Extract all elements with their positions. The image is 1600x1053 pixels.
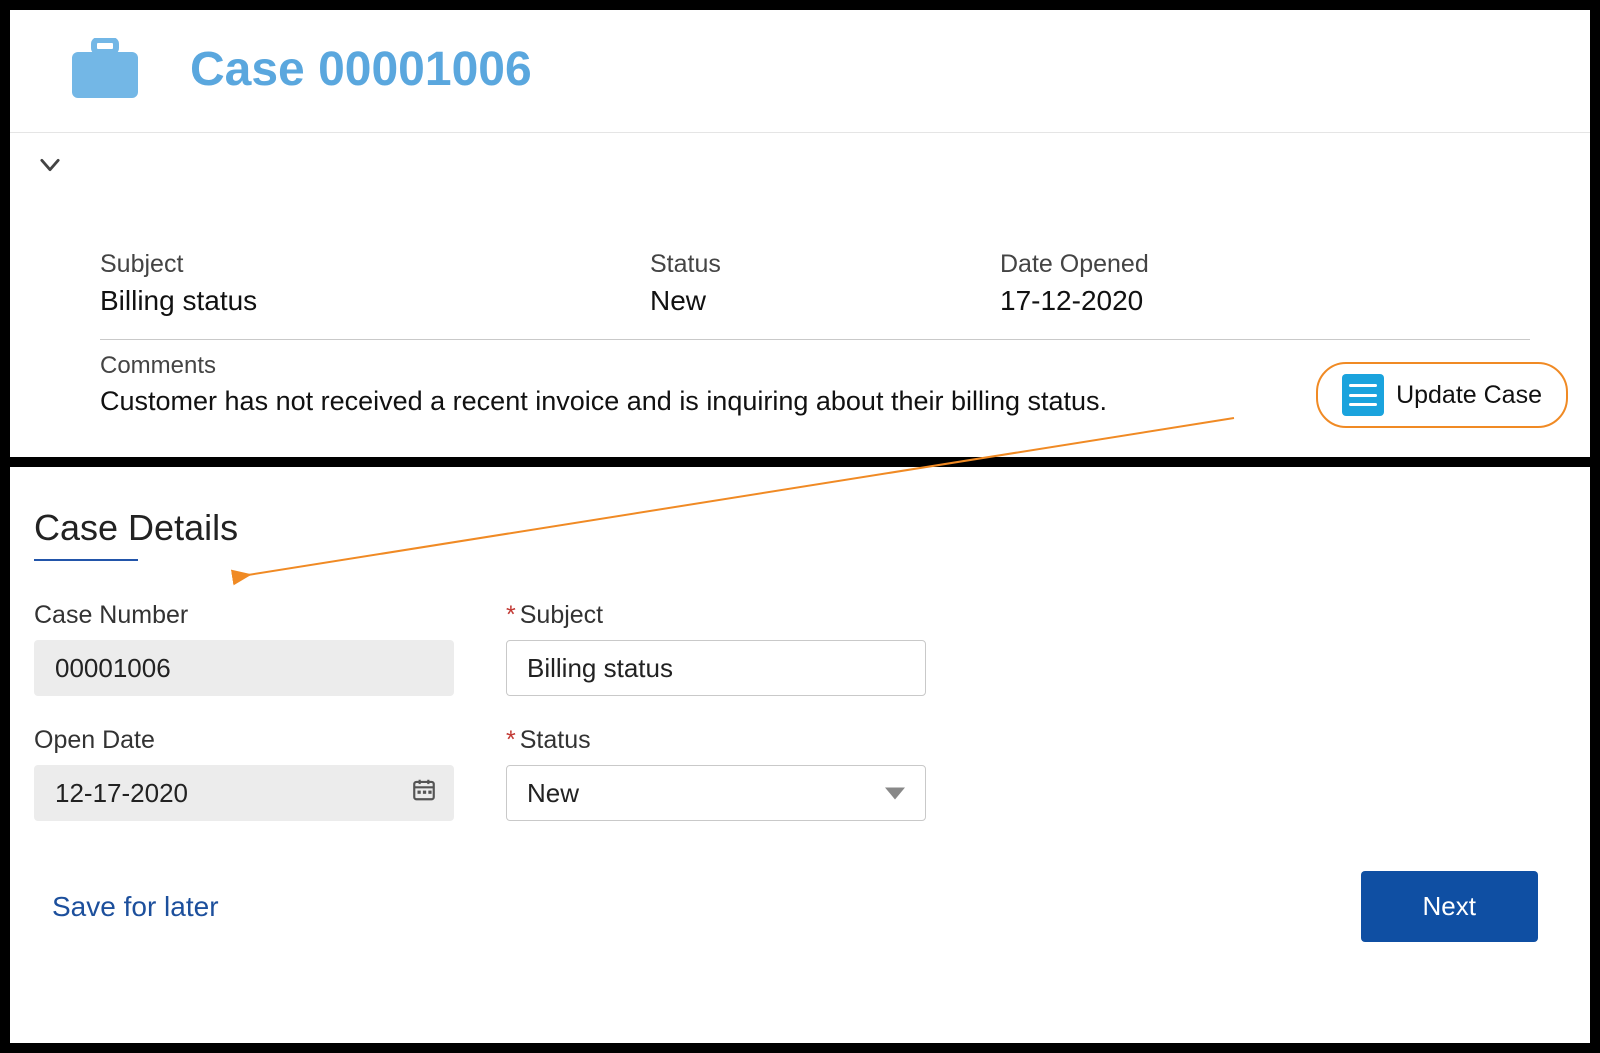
- comments-row: Comments Customer has not received a rec…: [10, 340, 1590, 417]
- chevron-down-icon: [36, 151, 64, 179]
- open-date-label: Open Date: [34, 726, 454, 755]
- field-case-number: Case Number 00001006: [34, 601, 454, 696]
- case-number-input: 00001006: [34, 640, 454, 696]
- summary-subject: Subject Billing status: [100, 250, 650, 317]
- update-case-icon: [1342, 374, 1384, 416]
- field-open-date: Open Date 12-17-2020: [34, 726, 454, 821]
- summary-subject-label: Subject: [100, 250, 650, 279]
- open-date-value: 12-17-2020: [55, 778, 188, 809]
- case-summary-panel: Case 00001006 Subject Billing status Sta…: [10, 10, 1590, 467]
- case-number-value: 00001006: [55, 653, 171, 684]
- summary-status: Status New: [650, 250, 1000, 317]
- summary-subject-value: Billing status: [100, 285, 650, 317]
- open-date-input[interactable]: 12-17-2020: [34, 765, 454, 821]
- summary-date-opened-value: 17-12-2020: [1000, 285, 1530, 317]
- subject-label: *Subject: [506, 601, 926, 630]
- summary-grid: Subject Billing status Status New Date O…: [10, 184, 1590, 317]
- calendar-icon: [411, 777, 437, 810]
- header-row: Case 00001006: [10, 10, 1590, 133]
- status-label: *Status: [506, 726, 926, 755]
- collapse-toggle[interactable]: [10, 133, 1590, 184]
- comments-label: Comments: [100, 352, 1530, 380]
- summary-date-opened-label: Date Opened: [1000, 250, 1530, 279]
- status-value: New: [527, 778, 579, 809]
- form-grid: Case Number 00001006 *Subject Open Date …: [34, 601, 1566, 821]
- briefcase-icon: [70, 38, 140, 100]
- case-details-panel: Case Details Case Number 00001006 *Subje…: [10, 467, 1590, 942]
- update-case-label: Update Case: [1396, 381, 1542, 410]
- field-subject: *Subject: [506, 601, 926, 696]
- next-button[interactable]: Next: [1361, 871, 1538, 942]
- status-select[interactable]: New: [506, 765, 926, 821]
- section-underline: [34, 559, 138, 561]
- save-for-later-link[interactable]: Save for later: [52, 891, 219, 923]
- form-footer: Save for later Next: [34, 871, 1566, 942]
- subject-input[interactable]: [506, 640, 926, 696]
- field-status: *Status New: [506, 726, 926, 821]
- section-title: Case Details: [34, 507, 1566, 549]
- caret-down-icon: [885, 778, 905, 809]
- page-title: Case 00001006: [190, 42, 532, 97]
- summary-status-value: New: [650, 285, 1000, 317]
- summary-date-opened: Date Opened 17-12-2020: [1000, 250, 1530, 317]
- summary-status-label: Status: [650, 250, 1000, 279]
- update-case-button[interactable]: Update Case: [1316, 362, 1568, 428]
- case-number-label: Case Number: [34, 601, 454, 630]
